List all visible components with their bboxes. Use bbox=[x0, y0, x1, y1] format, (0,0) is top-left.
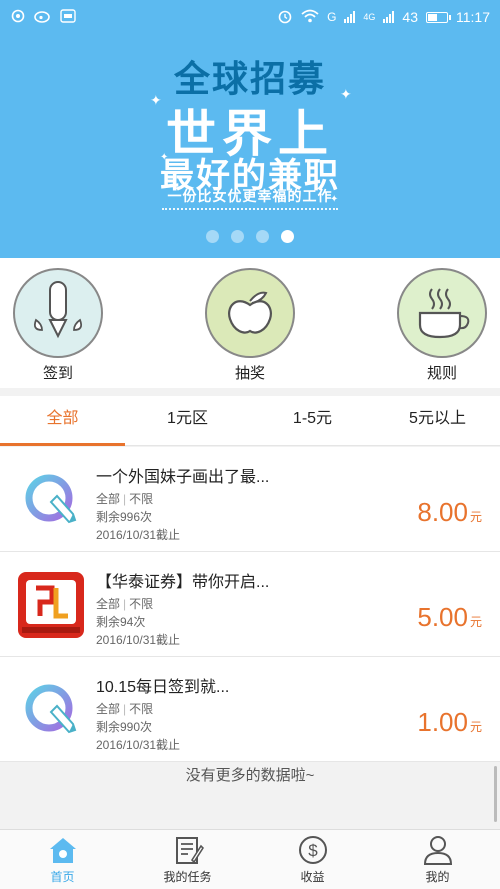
tab-all[interactable]: 全部 bbox=[0, 396, 125, 446]
task-deadline: 2016/10/31截止 bbox=[96, 738, 181, 752]
q-pen-icon bbox=[18, 467, 84, 533]
task-meta: 全部 | 不限 剩余94次 2016/10/31截止 bbox=[96, 597, 181, 647]
task-category: 全部 bbox=[96, 597, 121, 611]
no-more-data-text: 没有更多的数据啦~ bbox=[185, 767, 315, 784]
task-remaining: 剩余990次 bbox=[96, 720, 153, 734]
task-price: 1.00 元 bbox=[417, 707, 482, 738]
sign-in-icon bbox=[13, 268, 103, 358]
status-bar: G 4G 43 11:17 bbox=[0, 0, 500, 34]
home-icon bbox=[49, 838, 76, 863]
banner-tagline: 一份比女优更幸福的工作 bbox=[167, 188, 333, 204]
nav-earnings[interactable]: $ 收益 bbox=[250, 830, 375, 889]
filter-tabs: 全部 1元区 1-5元 5元以上 bbox=[0, 396, 500, 446]
carousel-dot-active[interactable] bbox=[281, 230, 294, 243]
sign-in-button[interactable]: 签到 bbox=[10, 268, 106, 383]
network-type: 4G bbox=[363, 12, 376, 22]
task-remaining: 剩余996次 bbox=[96, 510, 153, 524]
carrier-mark: G bbox=[327, 10, 337, 24]
nav-home-label: 首页 bbox=[50, 870, 75, 884]
list-item[interactable]: 一个外国妹子画出了最... 全部 | 不限 剩余996次 2016/10/31截止 … bbox=[0, 447, 500, 552]
notification-icon bbox=[10, 9, 26, 26]
rules-cup-icon bbox=[397, 268, 487, 358]
price-unit: 元 bbox=[469, 615, 482, 629]
tab-1yuan[interactable]: 1元区 bbox=[125, 396, 250, 445]
promo-banner[interactable]: ✦ ✦ ✦ ✦ 全球招募 世界上 最好的兼职 一份比女优更幸福的工作 bbox=[0, 34, 500, 258]
list-item[interactable]: 10.15每日签到就... 全部 | 不限 剩余990次 2016/10/31截止 … bbox=[0, 657, 500, 762]
rules-button[interactable]: 规则 bbox=[394, 268, 490, 383]
price-unit: 元 bbox=[469, 720, 482, 734]
task-price: 8.00 元 bbox=[417, 497, 482, 528]
task-meta: 全部 | 不限 剩余996次 2016/10/31截止 bbox=[96, 492, 181, 542]
huatai-logo-icon bbox=[18, 572, 84, 638]
lottery-apple-icon bbox=[205, 268, 295, 358]
rules-label: 规则 bbox=[426, 365, 457, 382]
dollar-icon: $ bbox=[298, 836, 327, 864]
task-limit: 不限 bbox=[129, 597, 154, 611]
banner-divider bbox=[162, 208, 338, 211]
nav-me[interactable]: 我的 bbox=[375, 830, 500, 889]
alarm-icon bbox=[277, 8, 293, 27]
task-title: 【华泰证券】带你开启... bbox=[96, 574, 270, 591]
svg-text:$: $ bbox=[308, 841, 318, 860]
task-deadline: 2016/10/31截止 bbox=[96, 528, 181, 542]
clock: 11:17 bbox=[456, 9, 490, 25]
price-value: 1.00 bbox=[417, 707, 468, 737]
carousel-dot[interactable] bbox=[256, 230, 269, 243]
task-meta: 全部 | 不限 剩余990次 2016/10/31截止 bbox=[96, 702, 181, 752]
bottom-nav: 首页 我的任务 $ 收益 我的 bbox=[0, 829, 500, 889]
task-category: 全部 bbox=[96, 492, 121, 506]
task-title: 10.15每日签到就... bbox=[96, 679, 230, 696]
tab-5yuan-plus[interactable]: 5元以上 bbox=[375, 396, 500, 445]
price-value: 5.00 bbox=[417, 602, 468, 632]
nav-earnings-label: 收益 bbox=[300, 870, 325, 884]
list-item[interactable]: 【华泰证券】带你开启... 全部 | 不限 剩余94次 2016/10/31截止 5… bbox=[0, 552, 500, 657]
nav-home[interactable]: 首页 bbox=[0, 830, 125, 889]
task-title: 一个外国妹子画出了最... bbox=[96, 469, 270, 486]
task-category: 全部 bbox=[96, 702, 121, 716]
user-icon bbox=[423, 836, 452, 865]
tab-1-5yuan[interactable]: 1-5元 bbox=[250, 396, 375, 445]
carousel-indicator bbox=[0, 230, 500, 243]
scrollbar[interactable] bbox=[494, 766, 497, 822]
wifi-icon bbox=[301, 9, 319, 26]
task-deadline: 2016/10/31截止 bbox=[96, 633, 181, 647]
signal-icon-2 bbox=[383, 11, 395, 23]
task-limit: 不限 bbox=[129, 702, 154, 716]
price-value: 8.00 bbox=[417, 497, 468, 527]
carousel-dot[interactable] bbox=[206, 230, 219, 243]
carousel-dot[interactable] bbox=[231, 230, 244, 243]
nav-tasks-label: 我的任务 bbox=[163, 870, 212, 884]
task-price: 5.00 元 bbox=[417, 602, 482, 633]
sign-in-label: 签到 bbox=[42, 365, 73, 382]
task-limit: 不限 bbox=[129, 492, 154, 506]
nav-tasks[interactable]: 我的任务 bbox=[125, 830, 250, 889]
task-remaining: 剩余94次 bbox=[96, 615, 146, 629]
task-icon bbox=[175, 837, 204, 864]
weibo-icon bbox=[34, 9, 52, 26]
signal-icon bbox=[344, 11, 356, 23]
q-pen-icon bbox=[18, 677, 84, 743]
battery-level: 43 bbox=[402, 9, 418, 25]
task-list: 一个外国妹子画出了最... 全部 | 不限 剩余996次 2016/10/31截止 … bbox=[0, 447, 500, 762]
quick-actions: 签到 抽奖 规则 bbox=[0, 258, 500, 388]
price-unit: 元 bbox=[469, 510, 482, 524]
battery-icon bbox=[426, 11, 451, 23]
app-badge-icon bbox=[60, 8, 76, 26]
lottery-button[interactable]: 抽奖 bbox=[202, 268, 298, 383]
lottery-label: 抽奖 bbox=[234, 365, 265, 382]
nav-me-label: 我的 bbox=[425, 870, 450, 884]
